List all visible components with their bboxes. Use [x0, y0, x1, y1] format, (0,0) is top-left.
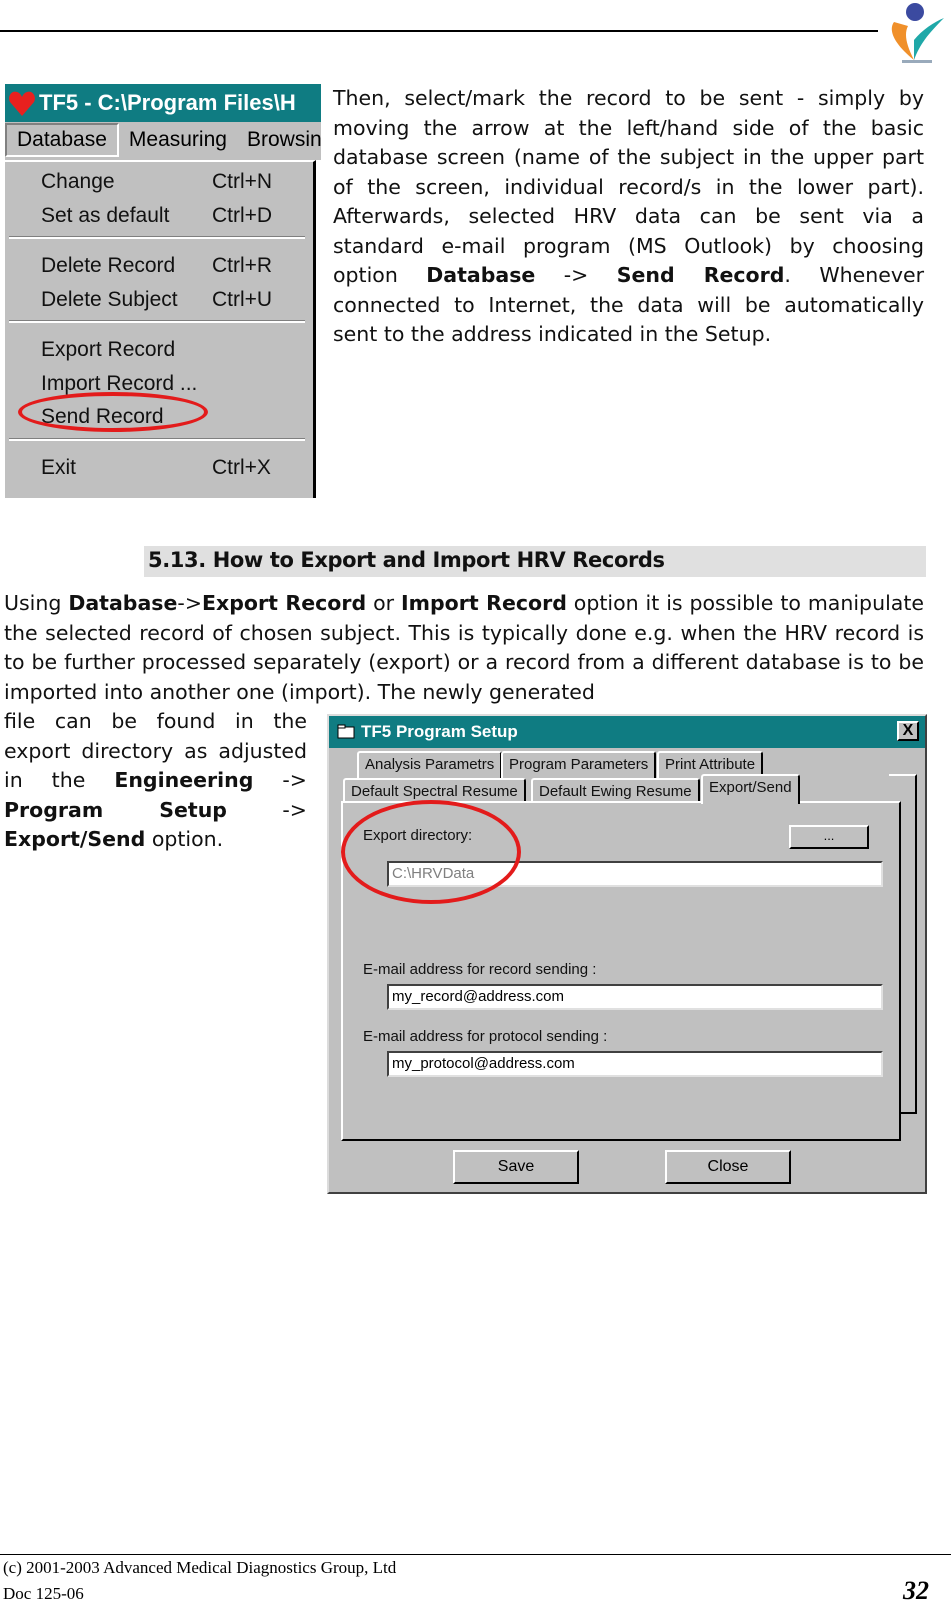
menu-item-label: Exit — [41, 456, 77, 479]
bold-term: Engineering — [114, 768, 254, 792]
folder-icon — [337, 724, 355, 739]
menu-item-change[interactable]: Change Ctrl+N — [5, 168, 305, 200]
background-window-edge — [316, 160, 321, 498]
menu-item-exit[interactable]: Exit Ctrl+X — [5, 454, 305, 486]
close-button[interactable]: Close — [665, 1150, 791, 1184]
menubar: Database Measuring Browsin — [5, 122, 321, 158]
dialog-title: TF5 Program Setup — [361, 722, 518, 741]
section-heading: 5.13. How to Export and Import HRV Recor… — [148, 548, 665, 572]
close-icon[interactable]: X — [897, 721, 919, 741]
menu-item-shortcut: Ctrl+R — [212, 254, 273, 277]
menu-item-label: Set as default — [41, 204, 170, 227]
text: option. — [145, 827, 224, 851]
menu-item-label: Export Record — [41, 338, 176, 361]
menu-separator — [9, 320, 305, 323]
company-logo-icon — [891, 3, 944, 63]
menu-item-shortcut: Ctrl+D — [212, 204, 273, 227]
bold-term: Import Record — [400, 591, 567, 615]
database-dropdown: Change Ctrl+N Set as default Ctrl+D Dele… — [5, 160, 316, 498]
menu-item-label: Delete Record — [41, 254, 176, 277]
menu-item-label: Change — [41, 170, 115, 193]
menu-item-set-default[interactable]: Set as default Ctrl+D — [5, 202, 305, 234]
record-email-field[interactable]: my_record@address.com — [387, 984, 883, 1010]
tab-analysis-parametrs[interactable]: Analysis Parametrs — [357, 751, 503, 778]
highlight-ellipse — [18, 392, 208, 432]
bold-term: Database — [426, 263, 536, 287]
footer-doc-number: Doc 125-06 — [3, 1584, 84, 1603]
menu-separator — [9, 438, 305, 441]
text: -> — [253, 768, 307, 792]
heart-icon — [9, 91, 35, 116]
menu-item-delete-subject[interactable]: Delete Subject Ctrl+U — [5, 286, 305, 318]
record-email-label: E-mail address for record sending : — [363, 961, 597, 978]
export-import-paragraph: Using Database->Export Record or Import … — [4, 589, 924, 707]
footer-rule — [0, 1554, 951, 1555]
menu-item-delete-record[interactable]: Delete Record Ctrl+R — [5, 252, 305, 284]
save-button[interactable]: Save — [453, 1150, 579, 1184]
protocol-email-field[interactable]: my_protocol@address.com — [387, 1051, 883, 1077]
text: or — [366, 591, 401, 615]
window-title-text: TF5 - C:\Program Files\H — [39, 90, 296, 115]
header-rule — [0, 30, 878, 32]
program-setup-dialog: TF5 Program Setup X Analysis Parametrs P… — [327, 714, 927, 1194]
bold-term: Export Record — [202, 591, 367, 615]
dialog-titlebar: TF5 Program Setup X — [329, 716, 925, 748]
menu-item-shortcut: Ctrl+N — [212, 170, 273, 193]
bold-term: Database — [68, 591, 178, 615]
tab-program-parameters[interactable]: Program Parameters — [501, 751, 657, 778]
menu-database[interactable]: Database — [5, 123, 119, 157]
text: -> — [226, 797, 307, 822]
export-directory-paragraph: file can be found in the export director… — [4, 707, 307, 855]
text: -> — [177, 591, 202, 615]
text: Then, select/mark the record to be sent … — [333, 86, 924, 287]
send-record-paragraph: Then, select/mark the record to be sent … — [333, 84, 924, 350]
text: Using — [4, 591, 69, 615]
bold-term: Program Setup — [4, 797, 227, 822]
protocol-email-label: E-mail address for protocol sending : — [363, 1028, 608, 1045]
footer-copyright: (c) 2001-2003 Advanced Medical Diagnosti… — [3, 1558, 397, 1577]
bold-term: Send Record — [616, 263, 785, 287]
menu-item-export-record[interactable]: Export Record — [5, 336, 305, 368]
highlight-ellipse — [341, 800, 521, 904]
tab-export-send[interactable]: Export/Send — [701, 774, 800, 804]
database-menu-screenshot: TF5 - C:\Program Files\H Database Measur… — [5, 84, 321, 498]
menu-separator — [9, 236, 305, 239]
menu-browsing[interactable]: Browsin — [237, 123, 321, 157]
menu-item-label: Delete Subject — [41, 288, 178, 311]
bold-term: Export/Send — [4, 827, 146, 851]
text: -> — [535, 263, 617, 287]
menu-measuring[interactable]: Measuring — [119, 123, 237, 157]
browse-button[interactable]: ... — [789, 825, 869, 849]
menu-item-shortcut: Ctrl+U — [212, 288, 273, 311]
window-title: TF5 - C:\Program Files\H — [5, 84, 321, 122]
page-number: 32 — [903, 1576, 929, 1605]
menu-item-shortcut: Ctrl+X — [212, 456, 271, 479]
